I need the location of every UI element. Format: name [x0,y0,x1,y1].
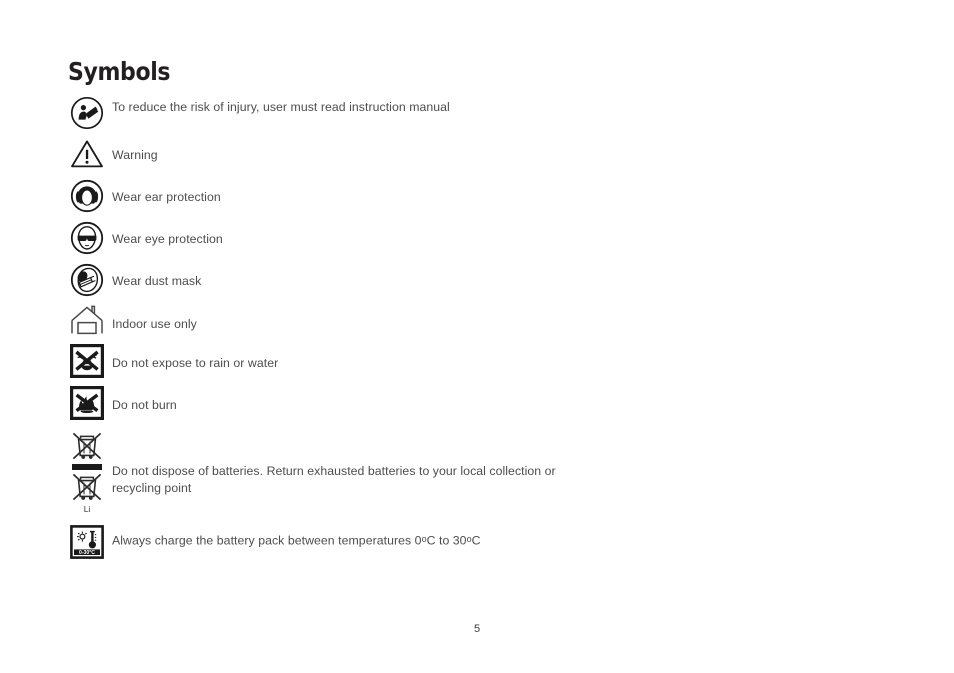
list-item: Wear dust mask [68,263,568,297]
list-item: Wear ear protection [68,179,568,213]
crossed-out-wheelie-bin-icon-top [72,432,102,460]
no-rain-or-water-icon [68,344,106,378]
weee-solid-bar [72,464,102,470]
list-item-label: Wear ear protection [112,190,221,204]
list-item-label: Do not expose to rain or water [112,356,279,370]
crossed-out-wheelie-bin-icon-bottom [72,473,102,501]
read-instruction-manual-icon [68,96,106,130]
charge-temperature-range-icon: 0‑30°C [68,525,106,559]
list-item: Do not expose to rain or water [68,344,568,378]
list-item-label: Wear eye protection [112,232,223,246]
list-item-label: Wear dust mask [112,274,202,288]
label-text-after: C [471,533,481,548]
symbols-list: To reduce the risk of injury, user must … [68,96,568,559]
list-item: 0‑30°C Always charge the battery pack be… [68,525,568,559]
list-item-label: Do not burn [112,398,177,412]
list-item: Do not burn [68,386,568,420]
warning-triangle-icon [68,139,106,169]
do-not-burn-icon [68,386,106,420]
page-number: 5 [473,623,481,635]
list-item-label: Always charge the battery pack between t… [106,525,568,550]
list-item: To reduce the risk of injury, user must … [68,96,568,130]
battery-chemistry-label: Li [83,504,91,514]
wear-eye-protection-icon [68,221,106,255]
wear-dust-mask-icon [68,263,106,297]
list-item-label: To reduce the risk of injury, user must … [112,100,450,114]
page-title: Symbols [68,57,171,86]
temperature-range-caption: 0‑30°C [79,550,95,556]
weee-crossed-out-bin-icon: Li [68,430,106,514]
list-item: Indoor use only [68,304,568,336]
list-item: Wear eye protection [68,221,568,255]
list-item-label: Warning [112,148,158,162]
list-item-label: Do not dispose of batteries. Return exha… [112,464,556,495]
wear-ear-protection-icon [68,179,106,213]
document-page: Symbols To reduce the risk of injury, us… [0,0,954,673]
list-item: Li Do not dispose of batteries. Return e… [68,430,568,514]
list-item: Warning [68,139,568,169]
list-item-label: Indoor use only [112,317,197,331]
label-text-before: Always charge the battery pack between t… [112,533,422,548]
label-text-middle: C to 30 [426,533,467,548]
indoor-use-only-icon [68,304,106,336]
